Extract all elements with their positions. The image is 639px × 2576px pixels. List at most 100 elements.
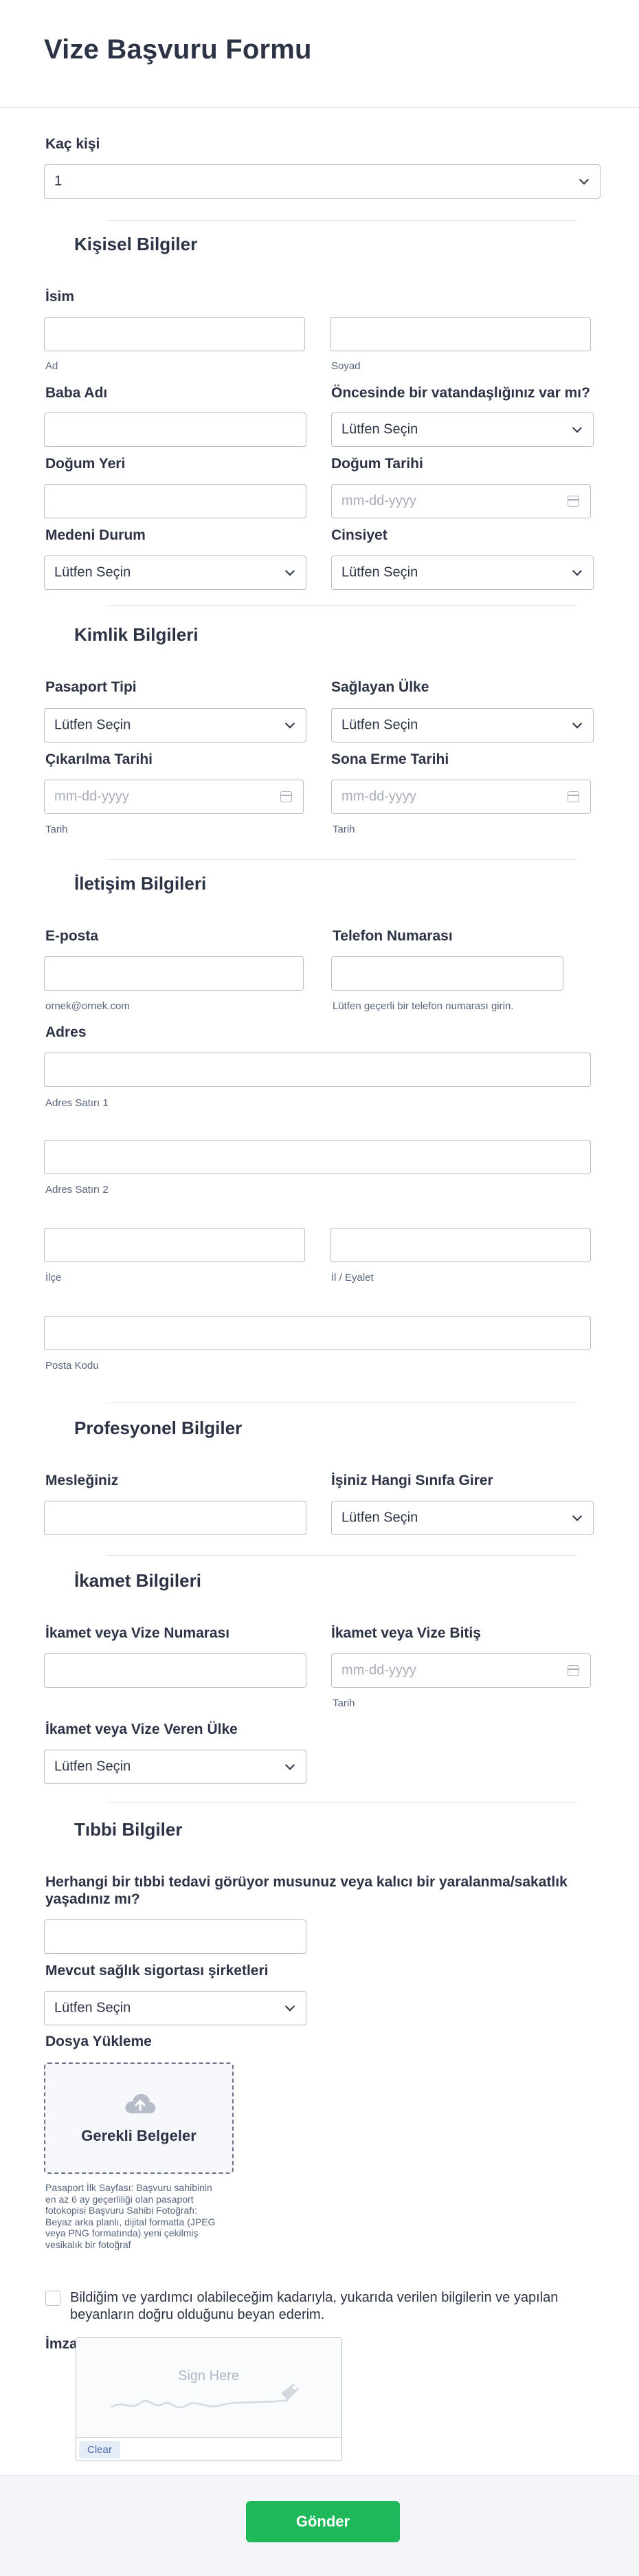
upload-note-line: Pasaport İlk Sayfası: Başvuru sahibinin xyxy=(45,2182,212,2193)
treatment-input[interactable] xyxy=(44,1919,306,1954)
state-input[interactable] xyxy=(330,1228,591,1262)
issuing-country-label: Sağlayan Ülke xyxy=(331,679,429,695)
submit-button[interactable]: Gönder xyxy=(246,2501,400,2542)
expiry-date-placeholder: mm-dd-yyyy xyxy=(341,789,416,804)
section-divider xyxy=(106,859,577,860)
district-sublabel: İlçe xyxy=(45,1272,62,1284)
signature-divider xyxy=(76,2437,341,2438)
father-name-label: Baba Adı xyxy=(45,385,108,401)
issue-date-sublabel: Tarih xyxy=(45,824,68,835)
job-class-select[interactable]: Lütfen Seçin xyxy=(331,1501,594,1535)
birthdate-label: Doğum Tarihi xyxy=(331,456,423,472)
chevron-down-icon xyxy=(284,1760,295,1770)
job-class-label: İşiniz Hangi Sınıfa Girer xyxy=(331,1473,493,1488)
job-input[interactable] xyxy=(44,1501,306,1535)
gender-label: Cinsiyet xyxy=(331,527,388,543)
section-divider xyxy=(106,605,577,606)
calendar-icon[interactable] xyxy=(568,1665,579,1676)
father-name-input[interactable] xyxy=(44,412,306,447)
address-line2-sublabel: Adres Satırı 2 xyxy=(45,1184,109,1196)
residence-number-input[interactable] xyxy=(44,1653,306,1688)
expiry-date-label: Sona Erme Tarihi xyxy=(331,751,449,767)
issuing-country-value: Lütfen Seçin xyxy=(341,717,418,733)
chevron-down-icon xyxy=(284,2001,295,2012)
residence-number-label: İkamet veya Vize Numarası xyxy=(45,1625,230,1641)
address-line1-input[interactable] xyxy=(44,1053,591,1087)
name-label: İsim xyxy=(45,289,75,305)
zip-input[interactable] xyxy=(44,1316,591,1350)
upload-button-label[interactable]: Gerekli Belgeler xyxy=(45,2127,232,2145)
section-title-residence: İkamet Bilgileri xyxy=(74,1570,201,1591)
birthdate-input[interactable]: mm-dd-yyyy xyxy=(331,484,591,518)
passport-type-select[interactable]: Lütfen Seçin xyxy=(44,708,306,742)
persons-select[interactable]: 1 xyxy=(44,164,601,199)
declaration-text: Bildiğim ve yardımcı olabileceğim kadarı… xyxy=(70,2289,558,2324)
insurance-select[interactable]: Lütfen Seçin xyxy=(44,1991,306,2025)
calendar-icon[interactable] xyxy=(568,496,579,507)
marital-status-value: Lütfen Seçin xyxy=(54,564,131,580)
section-title-professional: Profesyonel Bilgiler xyxy=(74,1418,243,1438)
signature-clear-button[interactable]: Clear xyxy=(79,2441,120,2458)
chevron-down-icon xyxy=(284,718,295,729)
job-label: Mesleğiniz xyxy=(45,1473,119,1488)
email-input[interactable] xyxy=(44,956,304,991)
expiry-date-input[interactable]: mm-dd-yyyy xyxy=(331,780,591,814)
section-title-contact: İletişim Bilgileri xyxy=(74,873,207,894)
state-sublabel: İl / Eyalet xyxy=(331,1272,374,1284)
issue-date-label: Çıkarılma Tarihi xyxy=(45,751,153,767)
gender-select[interactable]: Lütfen Seçin xyxy=(331,555,594,590)
section-title-medical: Tıbbi Bilgiler xyxy=(74,1819,183,1840)
chevron-down-icon xyxy=(572,718,583,729)
declaration-checkbox[interactable] xyxy=(45,2291,60,2306)
address-line1-sublabel: Adres Satırı 1 xyxy=(45,1097,109,1109)
persons-label: Kaç kişi xyxy=(45,136,100,152)
signature-pad[interactable]: Sign Here Clear xyxy=(76,2337,342,2461)
issuing-country-select[interactable]: Lütfen Seçin xyxy=(331,708,594,742)
insurance-label: Mevcut sağlık sigortası şirketleri xyxy=(45,1963,269,1979)
upload-note-line: en az 6 ay geçerliliği olan pasaport xyxy=(45,2193,194,2205)
calendar-icon[interactable] xyxy=(568,791,579,802)
declaration-line: Bildiğim ve yardımcı olabileceğim kadarı… xyxy=(70,2290,559,2305)
residence-country-select[interactable]: Lütfen Seçin xyxy=(44,1750,306,1784)
insurance-value: Lütfen Seçin xyxy=(54,2000,131,2016)
last-name-sublabel: Soyad xyxy=(331,360,361,372)
address-line2-input[interactable] xyxy=(44,1140,591,1174)
upload-note: Pasaport İlk Sayfası: Başvuru sahibinin … xyxy=(45,2182,215,2250)
signature-scribble-icon xyxy=(111,2384,299,2409)
residence-end-placeholder: mm-dd-yyyy xyxy=(341,1662,416,1678)
calendar-icon[interactable] xyxy=(280,791,292,802)
residence-end-label: İkamet veya Vize Bitiş xyxy=(331,1625,481,1641)
gender-value: Lütfen Seçin xyxy=(341,564,418,580)
section-divider xyxy=(106,1555,577,1556)
residence-country-value: Lütfen Seçin xyxy=(54,1759,131,1774)
file-upload-dropzone[interactable]: Gerekli Belgeler xyxy=(44,2062,234,2174)
prev-citizenship-select[interactable]: Lütfen Seçin xyxy=(331,412,594,447)
section-title-identity: Kimlik Bilgileri xyxy=(74,624,199,645)
prev-citizenship-value: Lütfen Seçin xyxy=(341,421,418,437)
treatment-question-line1: Herhangi bir tıbbi tedavi görüyor musunu… xyxy=(45,1874,568,1890)
persons-value: 1 xyxy=(54,173,63,189)
chevron-down-icon xyxy=(572,423,583,433)
passport-type-value: Lütfen Seçin xyxy=(54,717,131,733)
birthdate-placeholder: mm-dd-yyyy xyxy=(341,493,416,509)
passport-type-label: Pasaport Tipi xyxy=(45,679,137,695)
first-name-input[interactable] xyxy=(44,317,305,351)
chevron-down-icon xyxy=(572,1511,583,1521)
issue-date-input[interactable]: mm-dd-yyyy xyxy=(44,780,304,814)
district-input[interactable] xyxy=(44,1228,305,1262)
upload-note-line: Beyaz arka planlı, dijital formatta (JPE… xyxy=(45,2216,216,2227)
email-sublabel: ornek@ornek.com xyxy=(45,1000,130,1012)
file-upload-label: Dosya Yükleme xyxy=(45,2034,152,2049)
phone-input[interactable] xyxy=(331,956,563,991)
chevron-down-icon xyxy=(284,566,295,576)
residence-end-input[interactable]: mm-dd-yyyy xyxy=(331,1653,591,1688)
page-title: Vize Başvuru Formu xyxy=(44,34,312,65)
treatment-question-line2: yaşadınız mı? xyxy=(45,1891,140,1907)
prev-citizenship-label: Öncesinde bir vatandaşlığınız var mı? xyxy=(331,385,590,401)
residence-country-label: İkamet veya Vize Veren Ülke xyxy=(45,1721,238,1737)
marital-status-select[interactable]: Lütfen Seçin xyxy=(44,555,306,590)
job-class-value: Lütfen Seçin xyxy=(341,1510,418,1526)
birthplace-input[interactable] xyxy=(44,484,306,518)
residence-end-sublabel: Tarih xyxy=(333,1697,355,1709)
last-name-input[interactable] xyxy=(330,317,591,351)
